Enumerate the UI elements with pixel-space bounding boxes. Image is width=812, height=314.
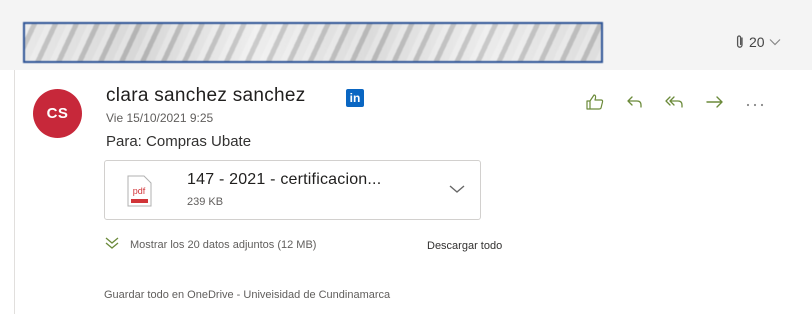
more-icon [745,95,765,113]
double-chevron-down-icon [104,236,120,253]
chevron-down-icon[interactable] [769,38,781,46]
chevron-down-icon[interactable] [448,182,466,200]
attachment-count-value: 20 [749,34,765,50]
forward-button[interactable] [695,93,735,115]
svg-text:pdf: pdf [133,186,146,196]
like-button[interactable] [575,93,615,115]
forward-icon [705,94,725,115]
like-icon [585,93,605,116]
show-all-label: Mostrar los 20 datos adjuntos (12 MB) [130,238,317,251]
message-date: Vie 15/10/2021 9:25 [106,111,214,125]
linkedin-icon[interactable]: in [346,89,364,107]
reply-button[interactable] [615,93,655,115]
attachment-name: 147 - 2021 - certificacion... [187,171,382,188]
avatar[interactable]: CS [33,89,82,138]
recipient-line: Para: Compras Ubate [106,133,252,150]
download-all-link[interactable]: Descargar todo [427,240,502,252]
pdf-file-icon: pdf [125,175,153,212]
pane-divider [14,70,15,314]
attachment-card[interactable]: pdf 147 - 2021 - certificacion... 239 KB [104,160,481,220]
paperclip-icon [735,34,745,50]
message-header-bar: 20 [0,0,812,70]
reply-all-button[interactable] [655,93,695,115]
attachment-count[interactable]: 20 [735,33,781,51]
more-options-button[interactable] [735,93,775,115]
sender-name[interactable]: clara sanchez sanchez [106,85,306,107]
reply-all-icon [665,94,685,115]
show-all-attachments[interactable]: Mostrar los 20 datos adjuntos (12 MB) [104,236,316,253]
attachment-size: 239 KB [187,196,224,208]
reply-icon [626,94,644,115]
save-to-onedrive-link[interactable]: Guardar todo en OneDrive - Univeisidad d… [104,289,390,301]
message-actions [575,93,775,115]
redacted-subject [23,22,603,63]
